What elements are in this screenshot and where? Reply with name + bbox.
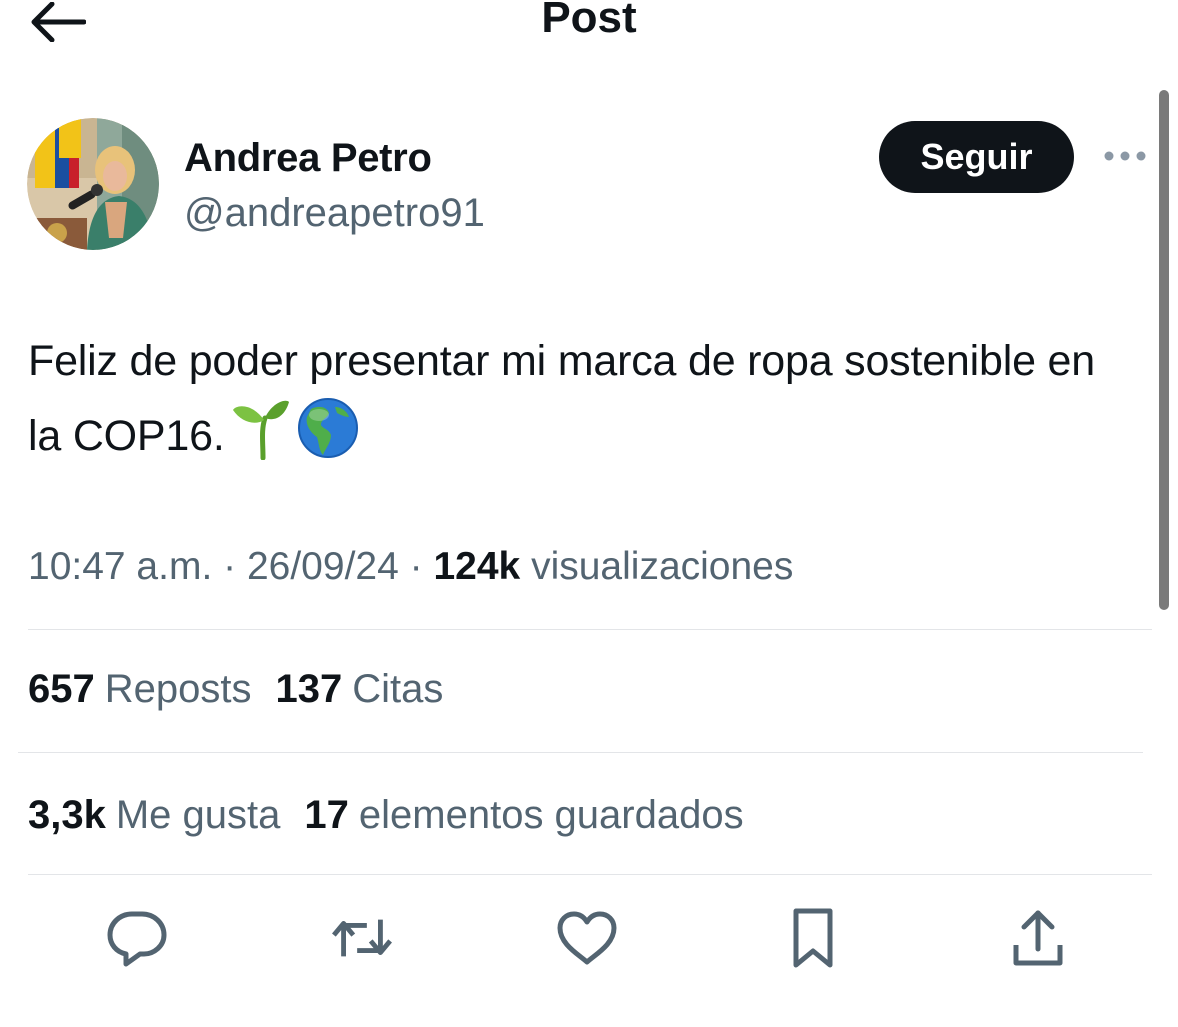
author-name[interactable]: Andrea Petro: [184, 134, 432, 182]
reply-button[interactable]: [105, 906, 169, 970]
reposts-count: 657: [28, 667, 95, 711]
tweet-text: Feliz de poder presentar mi marca de rop…: [28, 326, 1118, 481]
tweet-meta: 10:47 a.m. · 26/09/24 · 124k visualizaci…: [28, 542, 793, 592]
avatar[interactable]: [27, 118, 159, 250]
likes-stat[interactable]: 3,3k Me gusta: [28, 790, 280, 840]
divider: [28, 629, 1152, 630]
page-title: Post: [541, 0, 637, 42]
seedling-icon: [231, 396, 291, 481]
follow-button[interactable]: Seguir: [879, 121, 1074, 193]
bookmark-button[interactable]: [781, 906, 845, 970]
views-count: 124k: [433, 545, 521, 588]
stats-row-reposts: 657 Reposts 137 Citas: [28, 664, 443, 714]
share-button[interactable]: [1006, 906, 1070, 970]
likes-label: Me gusta: [115, 793, 281, 837]
divider: [28, 874, 1152, 875]
bookmarks-count: 17: [304, 793, 349, 837]
scrollbar[interactable]: [1159, 90, 1169, 610]
bookmarks-label: elementos guardados: [358, 793, 744, 837]
reposts-label: Reposts: [104, 667, 252, 711]
quotes-stat[interactable]: 137 Citas: [276, 664, 444, 714]
likes-count: 3,3k: [28, 793, 106, 837]
bookmark-icon: [793, 908, 833, 968]
repost-icon: [332, 919, 392, 957]
like-button[interactable]: [555, 906, 619, 970]
more-options-button[interactable]: [1100, 140, 1150, 172]
bookmarks-stat[interactable]: 17 elementos guardados: [304, 790, 743, 840]
tweet-time[interactable]: 10:47 a.m.: [28, 545, 212, 588]
author-handle[interactable]: @andreapetro91: [184, 189, 485, 237]
reply-icon: [107, 911, 167, 967]
views-label: visualizaciones: [531, 545, 794, 588]
divider: [18, 752, 1143, 753]
quotes-label: Citas: [352, 667, 444, 711]
meta-separator: ·: [223, 545, 237, 588]
tweet-body: Feliz de poder presentar mi marca de rop…: [28, 337, 1095, 460]
share-icon: [1013, 910, 1063, 966]
globe-americas-icon: [297, 397, 359, 480]
like-icon: [557, 911, 617, 965]
reposts-stat[interactable]: 657 Reposts: [28, 664, 252, 714]
quotes-count: 137: [275, 667, 343, 711]
stats-row-likes: 3,3k Me gusta 17 elementos guardados: [28, 790, 744, 840]
more-dots-icon: [1104, 151, 1146, 161]
meta-separator: ·: [409, 545, 423, 588]
tweet-date[interactable]: 26/09/24: [247, 545, 399, 588]
repost-button[interactable]: [330, 906, 394, 970]
